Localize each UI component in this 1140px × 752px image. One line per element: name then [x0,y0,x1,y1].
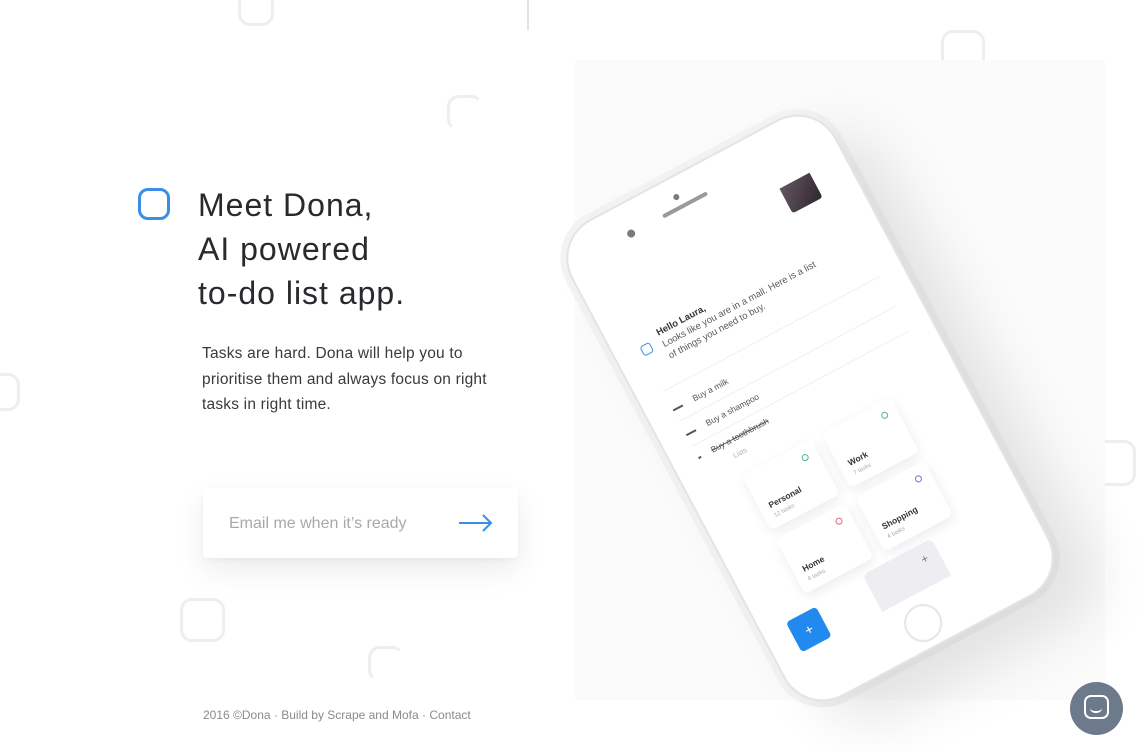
hero-description: Tasks are hard. Dona will help you to pr… [202,345,487,413]
headline-line-3: to-do list app. [198,275,406,311]
decorative-square [447,95,483,131]
status-dot-icon [879,410,890,421]
arrow-right-icon [459,514,493,532]
lists-heading: Lists [732,447,749,460]
status-dot-icon [834,516,844,526]
decorative-line [527,0,529,30]
chat-button[interactable] [1070,682,1123,735]
plus-icon: + [918,550,932,567]
greeting-body: Looks like you are in a mall. Here is a … [660,259,818,362]
dash-icon [698,455,702,459]
page-title: Meet Dona, AI powered to-do list app. [198,183,405,315]
decorative-square [180,598,225,642]
submit-button[interactable] [457,510,495,536]
decorative-square [368,646,404,682]
status-dot-icon [800,452,810,463]
email-signup-form [203,488,518,558]
email-field[interactable] [229,512,449,536]
dash-icon [672,404,684,411]
footer-separator: · [273,708,278,722]
headline-line-2: AI powered [198,231,370,267]
footer-copyright: 2016 ©Dona [203,708,271,722]
checkbox-icon [639,341,655,357]
headline-line-1: Meet Dona, [198,187,374,223]
status-dot-icon [913,474,924,484]
task-label: Buy a milk [690,376,730,404]
greeting: Hello Laura, Looks like you are in a mal… [654,243,831,362]
footer-contact-link[interactable]: Contact [429,708,470,722]
footer: 2016 ©Dona · Build by Scrape and Mofa · … [203,708,471,722]
dash-icon [685,429,697,436]
logo-icon [138,188,170,220]
chat-icon [1084,695,1109,719]
decorative-square [238,0,274,26]
decorative-square [0,373,20,411]
footer-credit[interactable]: Build by Scrape and Mofa [281,708,418,722]
footer-separator: · [422,708,427,722]
